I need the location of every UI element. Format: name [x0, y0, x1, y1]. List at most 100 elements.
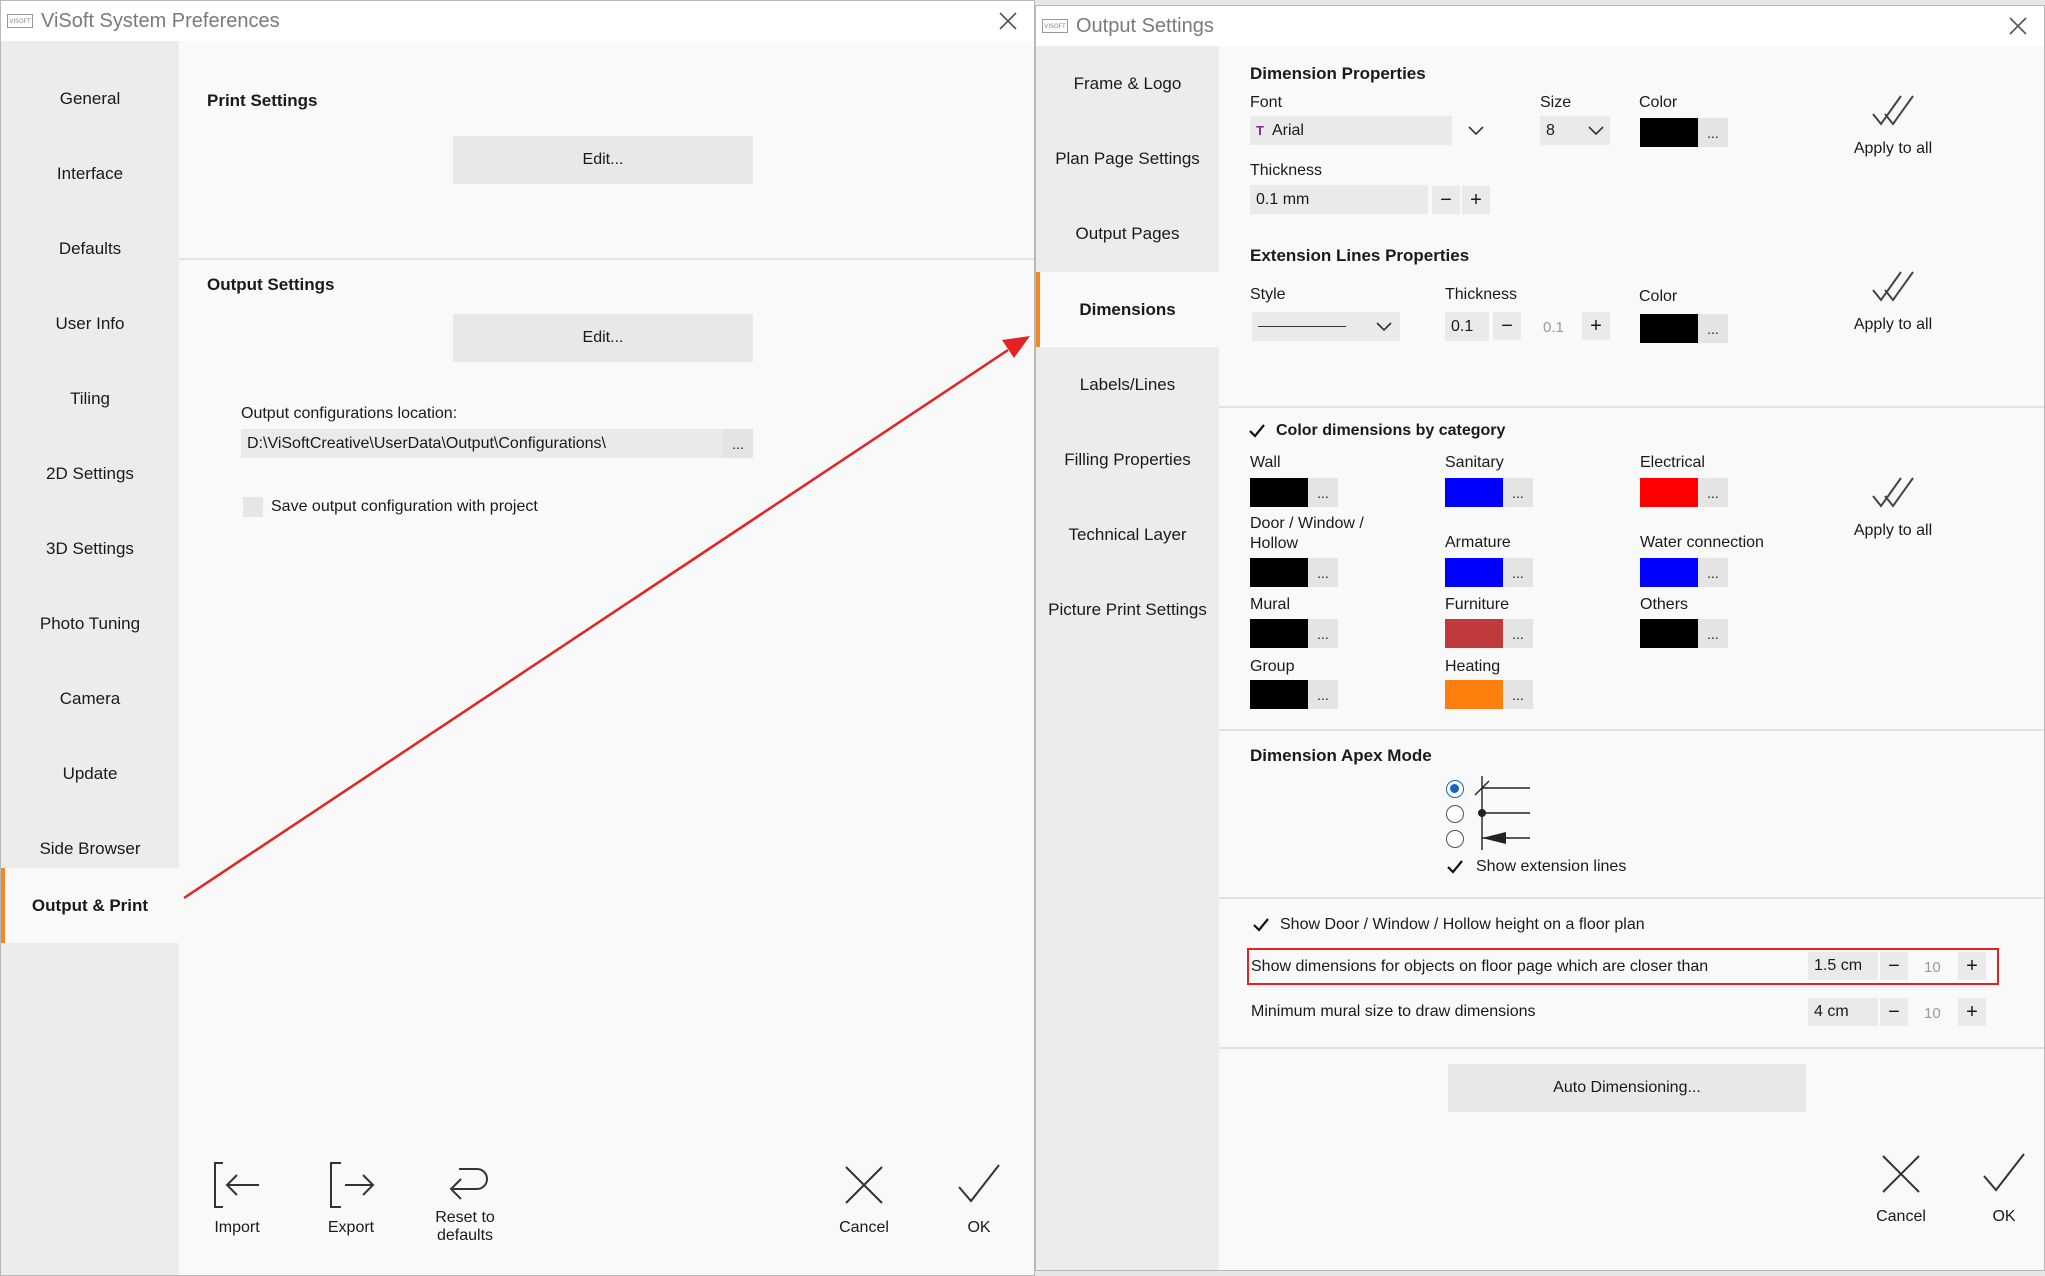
extension-color-swatch[interactable]	[1640, 314, 1698, 343]
closer-than-input[interactable]: 1.5 cm	[1808, 952, 1878, 980]
sidebar-item-general[interactable]: General	[1, 61, 179, 136]
divider	[1219, 897, 2044, 899]
category-label-wall: Wall	[1250, 454, 1281, 471]
auto-dimensioning-button[interactable]: Auto Dimensioning...	[1448, 1064, 1806, 1112]
thickness-decrement-button[interactable]: −	[1432, 186, 1460, 214]
dimension-color-swatch[interactable]	[1640, 118, 1698, 147]
apex-mode-radio-1[interactable]	[1446, 780, 1464, 798]
sidebar-item-camera[interactable]: Camera	[1, 661, 179, 736]
chevron-down-icon	[1376, 322, 1392, 332]
category-label-electrical: Electrical	[1640, 454, 1705, 471]
extension-color-more-button[interactable]: ...	[1698, 314, 1728, 343]
sidebar-item-picture-print-settings[interactable]: Picture Print Settings	[1036, 572, 1219, 647]
dimension-apply-all-button[interactable]: Apply to all	[1833, 94, 1953, 158]
checkmark-icon	[1983, 1153, 2025, 1192]
sidebar-item-dimensions[interactable]: Dimensions	[1036, 272, 1219, 347]
right-sidebar: Frame & Logo Plan Page Settings Output P…	[1036, 46, 1219, 1270]
sidebar-item-update[interactable]: Update	[1, 736, 179, 811]
extension-apply-all-button[interactable]: Apply to all	[1833, 270, 1953, 334]
sidebar-item-filling-properties[interactable]: Filling Properties	[1036, 422, 1219, 497]
right-ok-button[interactable]: OK	[1969, 1148, 2039, 1226]
extension-thickness-increment-button[interactable]: +	[1582, 312, 1610, 340]
closer-than-increment-button[interactable]: +	[1958, 952, 1986, 980]
category-more-button-mural[interactable]: ...	[1308, 619, 1338, 648]
category-swatch-others[interactable]	[1640, 619, 1698, 648]
category-more-button-armature[interactable]: ...	[1503, 558, 1533, 587]
sidebar-item-2d-settings[interactable]: 2D Settings	[1, 436, 179, 511]
category-swatch-wall[interactable]	[1250, 478, 1308, 507]
apex-mode-radio-3[interactable]	[1446, 830, 1464, 848]
divider	[179, 258, 1034, 260]
category-swatch-armature[interactable]	[1445, 558, 1503, 587]
output-settings-window: VISOFT Output Settings Frame & Logo Plan…	[1035, 5, 2045, 1271]
category-swatch-electrical[interactable]	[1640, 478, 1698, 507]
apex-mode-radio-2[interactable]	[1446, 805, 1464, 823]
output-location-browse-button[interactable]: ...	[723, 429, 753, 458]
min-mural-step: 10	[1924, 1005, 1941, 1022]
category-more-button-water-connection[interactable]: ...	[1698, 558, 1728, 587]
sidebar-item-user-info[interactable]: User Info	[1, 286, 179, 361]
show-extension-lines-checkbox[interactable]	[1446, 858, 1464, 876]
extension-thickness-decrement-button[interactable]: −	[1493, 312, 1521, 340]
cancel-icon	[845, 1166, 883, 1204]
sidebar-item-defaults[interactable]: Defaults	[1, 211, 179, 286]
category-more-button-others[interactable]: ...	[1698, 619, 1728, 648]
min-mural-decrement-button[interactable]: −	[1880, 998, 1908, 1026]
import-button[interactable]: Import	[197, 1159, 277, 1237]
category-swatch-heating[interactable]	[1445, 680, 1503, 709]
category-swatch-furniture[interactable]	[1445, 619, 1503, 648]
category-apply-all-button[interactable]: Apply to all	[1833, 476, 1953, 540]
sidebar-item-output-pages[interactable]: Output Pages	[1036, 196, 1219, 271]
min-mural-increment-button[interactable]: +	[1958, 998, 1986, 1026]
right-cancel-button[interactable]: Cancel	[1860, 1148, 1942, 1226]
category-more-button-group[interactable]: ...	[1308, 680, 1338, 709]
extension-thickness-input[interactable]: 0.1	[1445, 312, 1489, 341]
category-swatch-sanitary[interactable]	[1445, 478, 1503, 507]
color-by-category-checkbox[interactable]	[1248, 422, 1266, 440]
category-swatch-mural[interactable]	[1250, 619, 1308, 648]
close-icon[interactable]	[2006, 14, 2030, 38]
closer-than-decrement-button[interactable]: −	[1880, 952, 1908, 980]
category-more-button-door-window-hollow[interactable]: ...	[1308, 558, 1338, 587]
thickness-input[interactable]: 0.1 mm	[1250, 185, 1428, 214]
color-by-category-label: Color dimensions by category	[1276, 422, 1506, 439]
sidebar-item-output-print[interactable]: Output & Print	[1, 868, 179, 943]
left-ok-button[interactable]: OK	[939, 1159, 1019, 1237]
min-mural-input[interactable]: 4 cm	[1808, 998, 1878, 1026]
output-settings-edit-button[interactable]: Edit...	[453, 314, 753, 362]
left-cancel-button[interactable]: Cancel	[824, 1159, 904, 1237]
print-settings-edit-button[interactable]: Edit...	[453, 136, 753, 184]
show-height-checkbox[interactable]	[1252, 916, 1270, 934]
font-dropdown[interactable]: T Arial	[1250, 116, 1452, 145]
category-more-button-furniture[interactable]: ...	[1503, 619, 1533, 648]
divider	[1219, 729, 2044, 731]
export-button[interactable]: Export	[311, 1159, 391, 1237]
sidebar-item-tiling[interactable]: Tiling	[1, 361, 179, 436]
sidebar-item-photo-tuning[interactable]: Photo Tuning	[1, 586, 179, 661]
sidebar-item-interface[interactable]: Interface	[1, 136, 179, 211]
thickness-increment-button[interactable]: +	[1462, 186, 1490, 214]
dimension-color-more-button[interactable]: ...	[1698, 118, 1728, 147]
close-icon[interactable]	[996, 9, 1020, 33]
sidebar-item-technical-layer[interactable]: Technical Layer	[1036, 497, 1219, 572]
right-window-title: Output Settings	[1076, 14, 1214, 37]
closer-than-step: 10	[1924, 959, 1941, 976]
sidebar-item-plan-page-settings[interactable]: Plan Page Settings	[1036, 121, 1219, 196]
category-more-button-wall[interactable]: ...	[1308, 478, 1338, 507]
output-location-input[interactable]: D:\ViSoftCreative\UserData\Output\Config…	[241, 429, 723, 458]
show-height-label: Show Door / Window / Hollow height on a …	[1280, 916, 1645, 933]
sidebar-item-frame-logo[interactable]: Frame & Logo	[1036, 46, 1219, 121]
reset-icon	[449, 1168, 488, 1200]
reset-defaults-button[interactable]: Reset to defaults	[415, 1159, 515, 1245]
category-swatch-group[interactable]	[1250, 680, 1308, 709]
category-more-button-heating[interactable]: ...	[1503, 680, 1533, 709]
category-swatch-door-window-hollow[interactable]	[1250, 558, 1308, 587]
right-titlebar: VISOFT Output Settings	[1036, 6, 2044, 46]
category-more-button-electrical[interactable]: ...	[1698, 478, 1728, 507]
category-more-button-sanitary[interactable]: ...	[1503, 478, 1533, 507]
save-with-project-checkbox[interactable]	[243, 497, 263, 517]
category-swatch-water-connection[interactable]	[1640, 558, 1698, 587]
sidebar-item-labels-lines[interactable]: Labels/Lines	[1036, 347, 1219, 422]
extension-thickness-label: Thickness	[1445, 286, 1518, 303]
sidebar-item-3d-settings[interactable]: 3D Settings	[1, 511, 179, 586]
